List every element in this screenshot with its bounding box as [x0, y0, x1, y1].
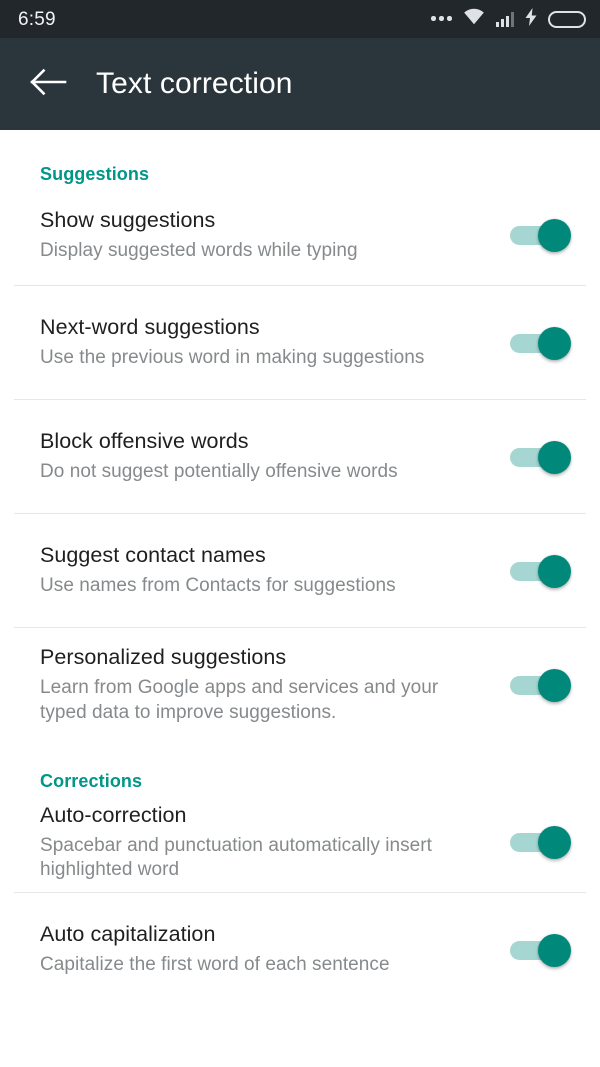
setting-row-personalized-suggestions[interactable]: Personalized suggestions Learn from Goog…	[0, 628, 600, 741]
setting-title: Next-word suggestions	[40, 315, 260, 340]
toggle-thumb	[538, 826, 571, 859]
setting-row-suggest-contact-names[interactable]: Suggest contact names Use names from Con…	[0, 514, 600, 627]
setting-subtitle: Use names from Contacts for suggestions	[40, 575, 396, 597]
back-button[interactable]	[24, 59, 74, 109]
page-title: Text correction	[96, 67, 293, 100]
toggle-thumb	[538, 326, 571, 360]
setting-row-text: Personalized suggestions Learn from Goog…	[40, 644, 510, 725]
setting-subtitle: Capitalize the first word of each senten…	[40, 954, 390, 976]
setting-row-text: Suggest contact names Use names from Con…	[40, 542, 510, 599]
setting-row-text: Show suggestions Display suggested words…	[40, 207, 510, 264]
toggle-auto-correction[interactable]	[510, 823, 572, 861]
setting-title: Suggest contact names	[40, 543, 266, 568]
battery-icon	[548, 10, 586, 28]
toggle-thumb	[538, 933, 571, 967]
setting-row-text: Auto-correction Spacebar and punctuation…	[40, 802, 510, 883]
setting-row-next-word-suggestions[interactable]: Next-word suggestions Use the previous w…	[0, 286, 600, 399]
setting-row-show-suggestions[interactable]: Show suggestions Display suggested words…	[0, 185, 600, 285]
status-bar: 6:59	[0, 0, 600, 38]
setting-title: Block offensive words	[40, 429, 249, 454]
app-bar: Text correction	[0, 38, 600, 137]
status-bar-icons	[431, 7, 586, 31]
more-dots-icon	[431, 16, 452, 22]
setting-row-auto-correction[interactable]: Auto-correction Spacebar and punctuation…	[0, 792, 600, 892]
setting-row-text: Block offensive words Do not suggest pot…	[40, 428, 510, 485]
toggle-thumb	[538, 554, 571, 588]
toggle-personalized-suggestions[interactable]	[510, 666, 572, 704]
cellular-signal-icon	[495, 11, 514, 27]
toggle-block-offensive-words[interactable]	[510, 438, 572, 476]
toggle-thumb	[538, 668, 571, 702]
setting-subtitle: Spacebar and punctuation automatically i…	[40, 834, 432, 881]
toggle-show-suggestions[interactable]	[510, 216, 572, 254]
back-arrow-icon	[30, 67, 68, 102]
setting-subtitle: Do not suggest potentially offensive wor…	[40, 461, 398, 483]
toggle-suggest-contact-names[interactable]	[510, 552, 572, 590]
setting-subtitle: Use the previous word in making suggesti…	[40, 347, 425, 369]
setting-subtitle: Learn from Google apps and services and …	[40, 677, 439, 723]
section-header-corrections: Corrections	[40, 771, 143, 791]
toggle-thumb	[538, 440, 571, 474]
settings-list[interactable]: Suggestions Show suggestions Display sug…	[0, 130, 600, 1067]
setting-title: Auto-correction	[40, 802, 187, 827]
setting-title: Auto capitalization	[40, 922, 216, 947]
toggle-thumb	[538, 219, 571, 252]
setting-row-auto-capitalization[interactable]: Auto capitalization Capitalize the first…	[0, 893, 600, 1006]
setting-title: Personalized suggestions	[40, 645, 287, 669]
toggle-next-word-suggestions[interactable]	[510, 324, 572, 362]
section-header-suggestions: Suggestions	[40, 164, 150, 184]
setting-row-text: Next-word suggestions Use the previous w…	[40, 314, 510, 371]
charging-bolt-icon	[525, 7, 537, 31]
status-bar-clock: 6:59	[18, 8, 56, 30]
wifi-icon	[463, 8, 485, 30]
setting-title: Show suggestions	[40, 207, 216, 232]
setting-subtitle: Display suggested words while typing	[40, 239, 358, 261]
setting-row-block-offensive-words[interactable]: Block offensive words Do not suggest pot…	[0, 400, 600, 513]
setting-row-text: Auto capitalization Capitalize the first…	[40, 921, 510, 978]
toggle-auto-capitalization[interactable]	[510, 931, 572, 969]
